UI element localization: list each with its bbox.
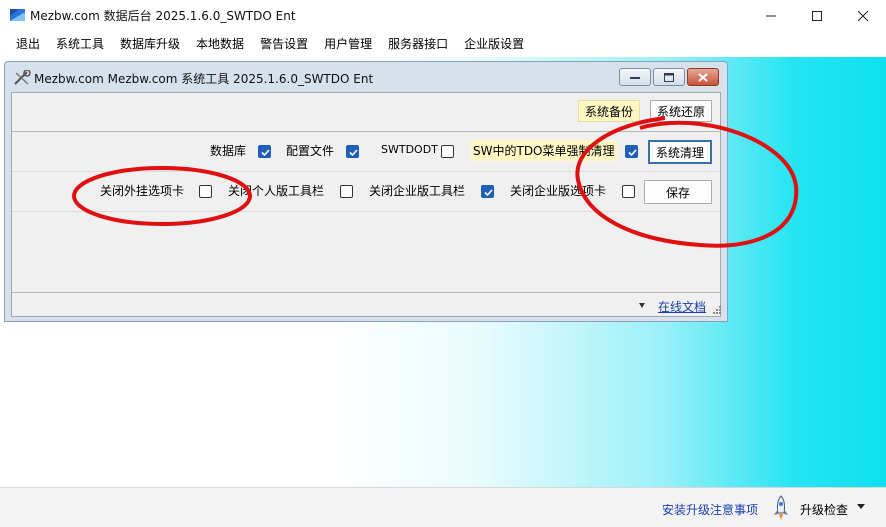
database-checkbox[interactable] (258, 145, 271, 158)
row-divider (12, 211, 720, 212)
row-divider (12, 171, 720, 172)
resize-grip-icon[interactable] (712, 305, 722, 315)
checkmark-icon (349, 149, 358, 157)
sw-tdo-menu-clean-checkbox[interactable] (625, 145, 638, 158)
menu-item-user-management[interactable]: 用户管理 (316, 31, 380, 57)
tools-icon (14, 70, 31, 85)
menu-item-enterprise-settings[interactable]: 企业版设置 (456, 31, 532, 57)
menu-item-local-data[interactable]: 本地数据 (188, 31, 252, 57)
child-minimize-button[interactable] (619, 68, 651, 86)
close-personal-toolbar-label: 关闭个人版工具栏 (228, 184, 325, 198)
online-docs-link[interactable]: 在线文档 (658, 298, 706, 315)
checkmark-icon (261, 149, 270, 157)
system-restore-button[interactable]: 系统还原 (650, 100, 712, 122)
menu-item-db-upgrade[interactable]: 数据库升级 (112, 31, 188, 57)
close-personal-toolbar-checkbox[interactable] (340, 185, 353, 198)
row-divider (12, 131, 720, 132)
swtdodt-checkbox[interactable] (441, 145, 454, 158)
menubar: 退出 系统工具 数据库升级 本地数据 警告设置 用户管理 服务器接口 企业版设置 (0, 31, 886, 57)
sw-tdo-menu-clean-label: SW中的TDO菜单强制清理 (471, 140, 617, 161)
config-file-label: 配置文件 (286, 144, 335, 158)
child-maximize-button[interactable] (653, 68, 685, 86)
install-notes-link[interactable]: 安装升级注意事项 (662, 501, 758, 518)
child-window-title: Mezbw.com Mezbw.com 系统工具 2025.1.6.0_SWTD… (34, 72, 374, 86)
maximize-icon (812, 10, 822, 21)
database-label: 数据库 (210, 144, 247, 158)
checkmark-icon (628, 149, 637, 157)
close-addin-tab-label: 关闭外挂选项卡 (100, 184, 185, 198)
menu-item-exit[interactable]: 退出 (8, 31, 48, 57)
system-backup-button[interactable]: 系统备份 (578, 100, 640, 122)
main-window-title: Mezbw.com 数据后台 2025.1.6.0_SWTDO Ent (30, 9, 296, 23)
menu-item-server-interface[interactable]: 服务器接口 (380, 31, 456, 57)
minimize-icon (766, 15, 776, 16)
close-enterprise-toolbar-label: 关闭企业版工具栏 (369, 184, 466, 198)
close-button[interactable] (840, 0, 886, 31)
rocket-icon (774, 495, 788, 520)
chevron-down-icon (639, 303, 645, 308)
child-titlebar: Mezbw.com Mezbw.com 系统工具 2025.1.6.0_SWTD… (5, 62, 727, 92)
app-icon (10, 9, 25, 21)
close-icon (698, 72, 708, 82)
close-enterprise-tab-label: 关闭企业版选项卡 (510, 184, 607, 198)
maximize-button[interactable] (794, 0, 840, 31)
minimize-icon (630, 77, 640, 79)
close-enterprise-tab-checkbox[interactable] (622, 185, 635, 198)
chevron-down-icon[interactable] (857, 504, 865, 510)
system-clean-button[interactable]: 系统清理 (648, 140, 712, 164)
config-file-checkbox[interactable] (346, 145, 359, 158)
system-tools-window: Mezbw.com Mezbw.com 系统工具 2025.1.6.0_SWTD… (4, 61, 728, 322)
swtdodt-label: SWTDODT (381, 143, 438, 156)
menu-item-system-tools[interactable]: 系统工具 (48, 31, 112, 57)
maximize-icon (664, 72, 674, 82)
close-addin-tab-checkbox[interactable] (199, 185, 212, 198)
statusbar: 安装升级注意事项 升级检查 (0, 487, 886, 527)
footer-divider (12, 292, 720, 293)
close-enterprise-toolbar-checkbox[interactable] (481, 185, 494, 198)
child-window-body: 系统备份 系统还原 数据库 配置文件 SWTDODT SW中的TDO菜单强制清理… (11, 92, 721, 317)
upgrade-check-button[interactable]: 升级检查 (800, 501, 848, 518)
close-icon (858, 10, 868, 21)
main-titlebar: Mezbw.com 数据后台 2025.1.6.0_SWTDO Ent (0, 0, 886, 31)
child-close-button[interactable] (687, 68, 719, 86)
minimize-button[interactable] (748, 0, 794, 31)
menu-item-warning-settings[interactable]: 警告设置 (252, 31, 316, 57)
save-button[interactable]: 保存 (644, 180, 712, 204)
checkmark-icon (484, 189, 493, 197)
